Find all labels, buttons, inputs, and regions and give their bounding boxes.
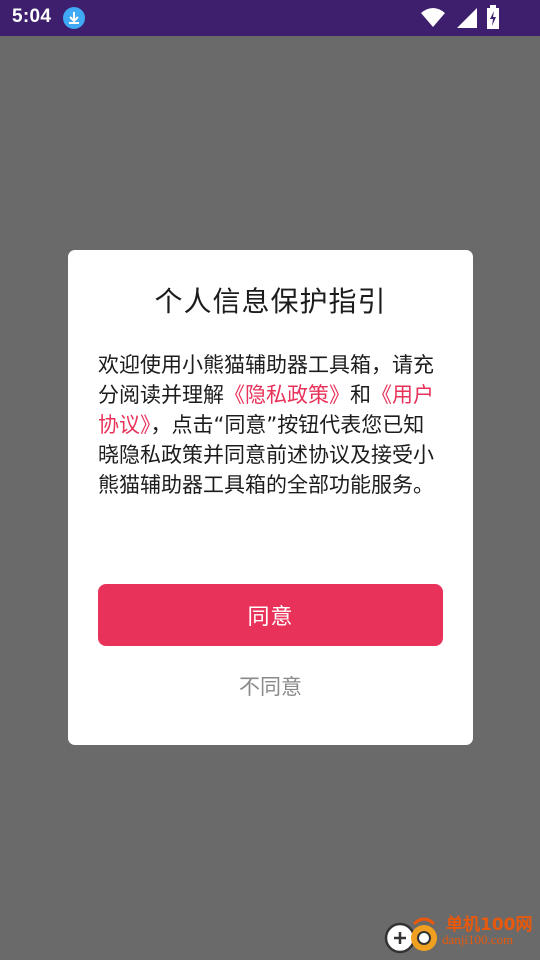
watermark-logo-icon <box>384 917 437 954</box>
watermark-domain: danji100.com <box>442 932 514 947</box>
wifi-icon <box>420 6 446 32</box>
body-text-and: 和 <box>350 383 371 407</box>
privacy-dialog: 个人信息保护指引 欢迎使用小熊猫辅助器工具箱，请充分阅读并理解《隐私政策》和《用… <box>68 250 473 745</box>
disagree-button[interactable]: 不同意 <box>98 668 443 704</box>
battery-charging-icon <box>486 5 500 33</box>
dialog-body: 欢迎使用小熊猫辅助器工具箱，请充分阅读并理解《隐私政策》和《用户协议》，点击“同… <box>98 350 440 500</box>
download-icon <box>63 7 85 29</box>
watermark: 单机100网 danji100.com <box>384 910 534 956</box>
status-bar: 5:04 <box>0 0 540 36</box>
signal-icon <box>456 7 478 33</box>
agree-button[interactable]: 同意 <box>98 584 443 646</box>
dialog-title: 个人信息保护指引 <box>154 285 387 318</box>
privacy-policy-link[interactable]: 《隐私政策》 <box>224 383 350 407</box>
status-time: 5:04 <box>12 6 52 27</box>
